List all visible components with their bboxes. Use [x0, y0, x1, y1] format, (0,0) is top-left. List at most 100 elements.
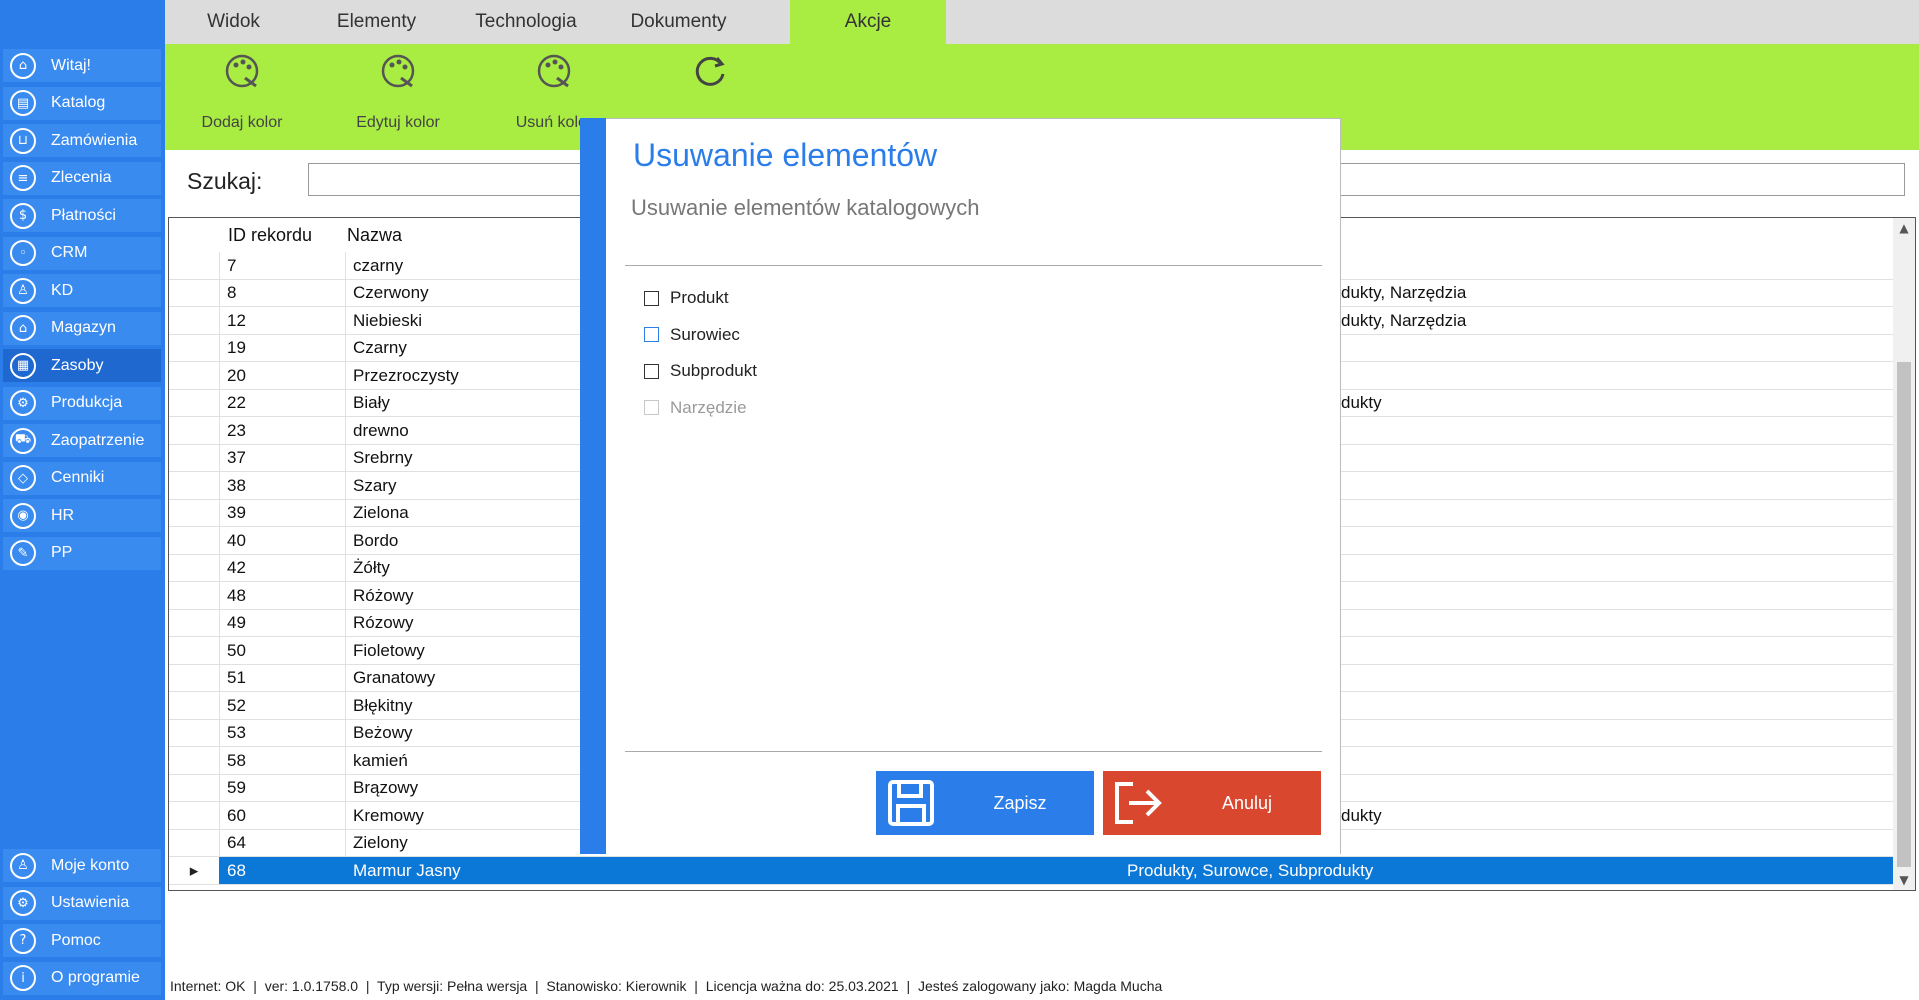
- tab-widok[interactable]: Widok: [165, 0, 302, 44]
- row-indicator: [169, 390, 219, 417]
- sidebar-item-kd[interactable]: ♙ KD: [3, 274, 161, 307]
- cell-id: 42: [219, 554, 345, 582]
- warehouse-icon: ⌂: [10, 315, 36, 341]
- sidebar-item-katalog[interactable]: ▤ Katalog: [3, 86, 161, 120]
- tag-icon: ◇: [10, 465, 36, 491]
- sidebar-item-label: Moje konto: [51, 856, 130, 874]
- checkbox-box[interactable]: [644, 363, 659, 379]
- sidebar-item-zamówienia[interactable]: ⊔ Zamówienia: [3, 124, 161, 157]
- cell-id: 22: [219, 389, 345, 417]
- sidebar-item-magazyn[interactable]: ⌂ Magazyn: [3, 311, 161, 345]
- checkbox-surowiec[interactable]: Surowiec: [644, 323, 740, 347]
- cart-icon: ⊔: [10, 127, 36, 154]
- checkbox-box[interactable]: [644, 327, 659, 342]
- sidebar-item-ustawienia[interactable]: ⚙ Ustawienia: [3, 886, 161, 920]
- cell-types: [1334, 362, 1894, 389]
- ribbon-button-label: Edytuj kolor: [356, 114, 440, 131]
- scroll-thumb[interactable]: [1897, 362, 1911, 867]
- truck-icon: ⛟: [10, 427, 36, 454]
- cell-types: [1334, 500, 1894, 527]
- sidebar-item-label: Witaj!: [51, 56, 91, 74]
- sidebar-item-hr[interactable]: ◉ HR: [3, 499, 161, 532]
- sidebar-item-label: Zasoby: [51, 356, 104, 374]
- row-indicator: [169, 500, 219, 527]
- sidebar-item-crm[interactable]: ◦ CRM: [3, 236, 161, 270]
- sidebar-item-zaopatrzenie[interactable]: ⛟ Zaopatrzenie: [3, 424, 161, 457]
- cancel-button[interactable]: Anuluj: [1103, 771, 1321, 835]
- search-label: Szukaj:: [187, 168, 263, 194]
- table-row[interactable]: ▸ 68 Marmur Jasny Produkty, Surowce, Subpro…: [169, 857, 1894, 885]
- edit-color-button[interactable]: Edytuj kolor: [323, 44, 473, 150]
- sidebar-item-label: Magazyn: [51, 319, 116, 336]
- sidebar-item-o-programie[interactable]: i O programie: [3, 961, 161, 995]
- cell-types: [1334, 610, 1894, 637]
- row-indicator: [169, 747, 219, 774]
- row-indicator: [169, 307, 219, 334]
- delete-color-icon: [535, 52, 573, 99]
- sidebar-item-cenniki[interactable]: ◇ Cenniki: [3, 461, 161, 495]
- row-selector-arrow-icon: ▸: [169, 857, 219, 884]
- delete-elements-dialog: Usuwanie elementów Usuwanie elementów ka…: [606, 118, 1341, 854]
- row-indicator: [169, 527, 219, 554]
- cell-id: 59: [219, 774, 345, 802]
- account-icon: ♙: [10, 852, 36, 879]
- production-icon: ⚙: [10, 390, 36, 416]
- cell-types: [1334, 637, 1894, 664]
- ribbon-button-label: Dodaj kolor: [201, 114, 283, 131]
- sidebar-item-label: O programie: [51, 969, 140, 986]
- checkbox-subprodukt[interactable]: Subprodukt: [644, 359, 757, 383]
- cell-types: [1334, 775, 1894, 802]
- cell-id: 38: [219, 472, 345, 499]
- cell-id: 51: [219, 664, 345, 692]
- checkbox-label: Narzędzie: [670, 397, 747, 417]
- dialog-title: Usuwanie elementów: [633, 137, 938, 173]
- cell-types: [1334, 472, 1894, 499]
- sidebar-item-płatności[interactable]: $ Płatności: [3, 199, 161, 232]
- sidebar-item-witaj![interactable]: ⌂ Witaj!: [3, 49, 161, 82]
- checkbox-produkt[interactable]: Produkt: [644, 286, 729, 310]
- dialog-subtitle: Usuwanie elementów katalogowych: [631, 195, 980, 220]
- sidebar-item-moje-konto[interactable]: ♙ Moje konto: [3, 849, 161, 882]
- column-header-id[interactable]: ID rekordu: [219, 218, 338, 252]
- save-button[interactable]: Zapisz: [876, 771, 1094, 835]
- vertical-scrollbar[interactable]: ▲ ▼: [1893, 218, 1915, 890]
- cell-id: 12: [219, 307, 345, 334]
- add-color-button[interactable]: Dodaj kolor: [167, 44, 317, 150]
- cell-types: [1334, 445, 1894, 472]
- cell-id: 20: [219, 362, 345, 389]
- scroll-down-arrow-icon[interactable]: ▼: [1893, 870, 1915, 890]
- sidebar-item-pomoc[interactable]: ? Pomoc: [3, 924, 161, 957]
- cell-id: 68: [219, 857, 345, 884]
- checkbox-narzędzie: Narzędzie: [644, 396, 747, 420]
- cell-id: 23: [219, 417, 345, 444]
- sidebar-item-produkcja[interactable]: ⚙ Produkcja: [3, 386, 161, 420]
- checkbox-label: Produkt: [670, 288, 729, 307]
- cell-types: [1334, 747, 1894, 774]
- cell-id: 60: [219, 802, 345, 829]
- row-indicator: [169, 802, 219, 829]
- sidebar-item-label: Katalog: [51, 94, 106, 111]
- cell-types: dukty: [1341, 393, 1382, 412]
- sidebar-item-zasoby[interactable]: ▦ Zasoby: [3, 349, 161, 382]
- sidebar-item-pp[interactable]: ✎ PP: [3, 536, 161, 570]
- sidebar-item-zlecenia[interactable]: ≡ Zlecenia: [3, 161, 161, 195]
- cell-types: [1334, 252, 1894, 279]
- tab-elementy[interactable]: Elementy: [302, 0, 451, 44]
- ribbon-tabs: Widok Elementy Technologia Dokumenty Akcje: [165, 0, 1919, 44]
- row-indicator: [169, 830, 219, 857]
- scroll-up-arrow-icon[interactable]: ▲: [1893, 218, 1915, 238]
- sidebar-item-label: Cenniki: [51, 469, 105, 486]
- tab-dokumenty[interactable]: Dokumenty: [601, 0, 756, 44]
- cell-types: dukty: [1341, 805, 1382, 825]
- cell-types: Produkty, Surowce, Subprodukty: [1127, 860, 1374, 880]
- row-indicator: [169, 417, 219, 444]
- checkbox-box[interactable]: [644, 290, 659, 306]
- sidebar-item-label: PP: [51, 544, 73, 561]
- row-indicator: [169, 445, 219, 472]
- add-color-icon: [223, 52, 261, 99]
- tab-akcje[interactable]: Akcje: [790, 0, 946, 44]
- settings-icon: ⚙: [10, 890, 36, 916]
- cell-types: [1334, 720, 1894, 747]
- tab-technologia[interactable]: Technologia: [451, 0, 601, 44]
- refresh-icon: [691, 52, 729, 99]
